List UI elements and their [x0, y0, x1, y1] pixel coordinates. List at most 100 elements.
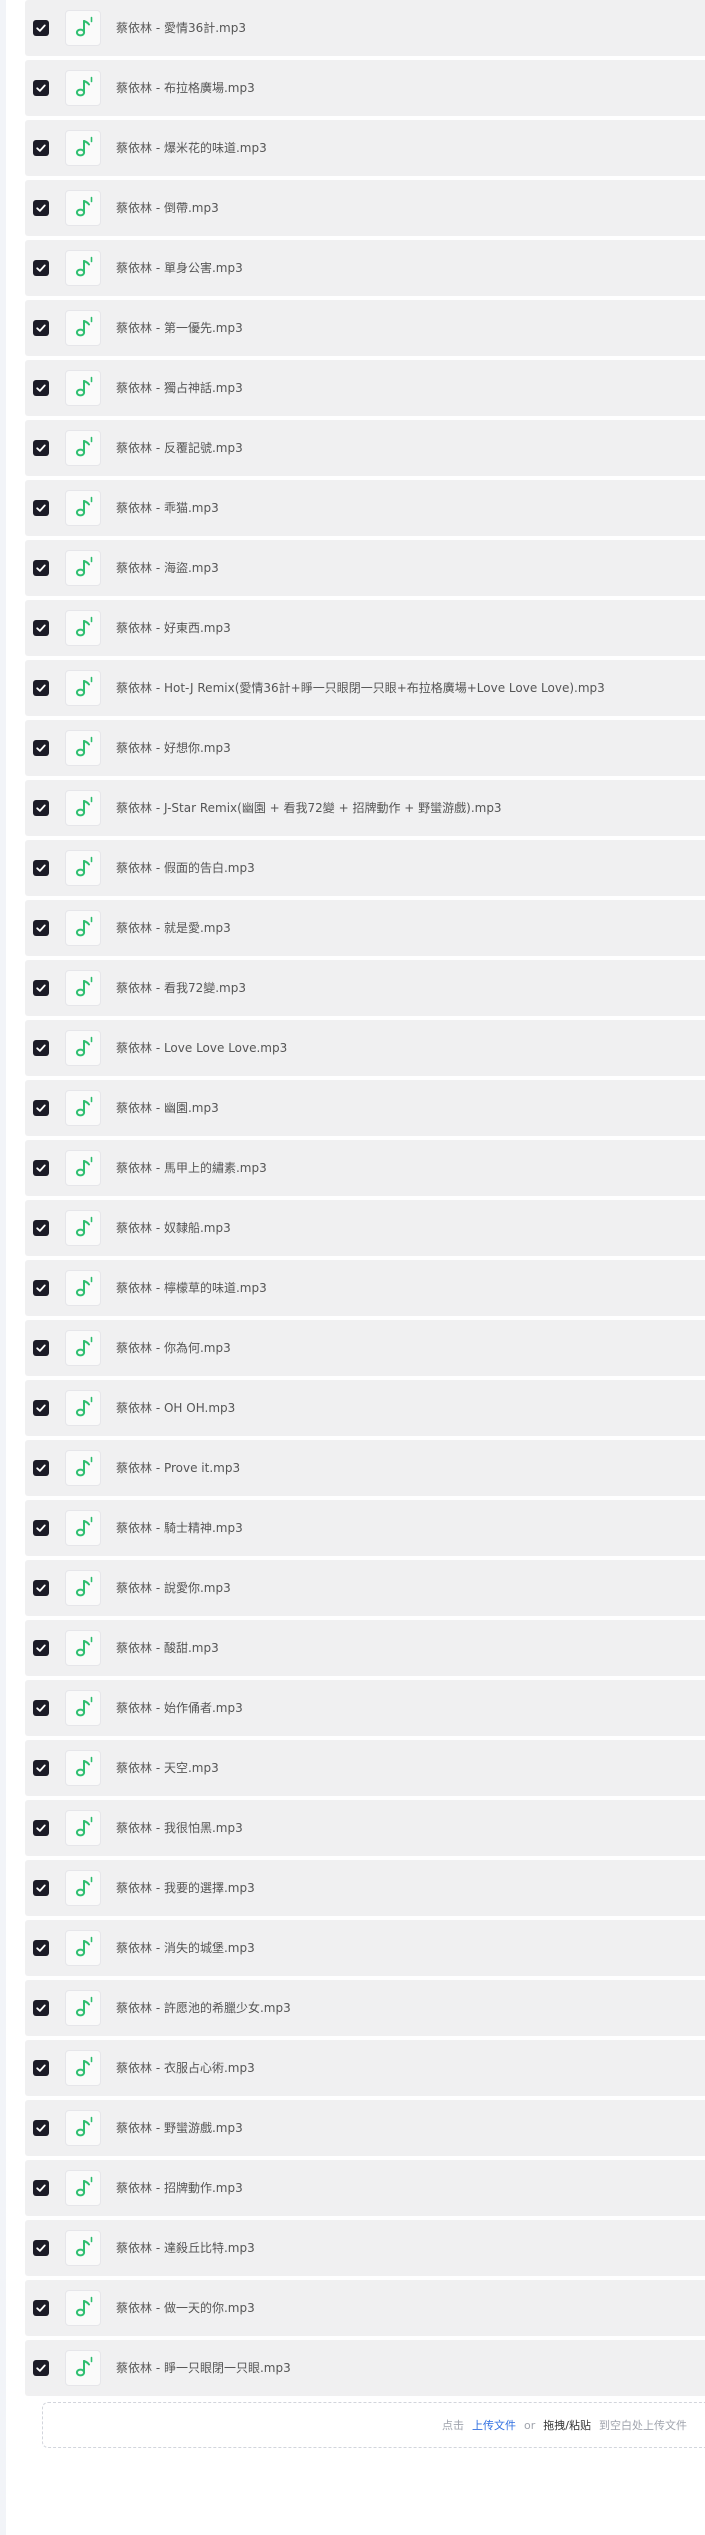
file-name: 蔡依林 - 第一優先.mp3 — [116, 321, 243, 335]
file-row[interactable]: 蔡依林 - 好東西.mp3 — [25, 600, 705, 656]
file-checkbox[interactable] — [33, 560, 49, 576]
file-row[interactable]: 蔡依林 - 衣服占心術.mp3 — [25, 2040, 705, 2096]
file-row[interactable]: 蔡依林 - 天空.mp3 — [25, 1740, 705, 1796]
file-row[interactable]: 蔡依林 - 始作俑者.mp3 — [25, 1680, 705, 1736]
file-row[interactable]: 蔡依林 - 你為何.mp3 — [25, 1320, 705, 1376]
file-checkbox[interactable] — [33, 920, 49, 936]
file-checkbox[interactable] — [33, 980, 49, 996]
file-name: 蔡依林 - 招牌動作.mp3 — [116, 2181, 243, 2195]
file-checkbox[interactable] — [33, 1700, 49, 1716]
file-row[interactable]: 蔡依林 - 幽園.mp3 — [25, 1080, 705, 1136]
file-row[interactable]: 蔡依林 - 做一天的你.mp3 — [25, 2280, 705, 2336]
file-row[interactable]: 蔡依林 - 就是愛.mp3 — [25, 900, 705, 956]
file-checkbox[interactable] — [33, 1340, 49, 1356]
file-checkbox[interactable] — [33, 1160, 49, 1176]
file-checkbox[interactable] — [33, 80, 49, 96]
file-checkbox[interactable] — [33, 1460, 49, 1476]
file-name: 蔡依林 - 爆米花的味道.mp3 — [116, 141, 267, 155]
file-row[interactable]: 蔡依林 - 乖猫.mp3 — [25, 480, 705, 536]
file-checkbox[interactable] — [33, 1280, 49, 1296]
file-row[interactable]: 蔡依林 - 倒帶.mp3 — [25, 180, 705, 236]
file-checkbox[interactable] — [33, 500, 49, 516]
file-checkbox[interactable] — [33, 1640, 49, 1656]
file-checkbox[interactable] — [33, 2180, 49, 2196]
file-checkbox[interactable] — [33, 1940, 49, 1956]
music-note-icon — [75, 256, 93, 277]
file-row[interactable]: 蔡依林 - 反覆記號.mp3 — [25, 420, 705, 476]
file-row[interactable]: 蔡依林 - 第一優先.mp3 — [25, 300, 705, 356]
file-row[interactable]: 蔡依林 - 假面的告白.mp3 — [25, 840, 705, 896]
file-checkbox[interactable] — [33, 1520, 49, 1536]
file-row[interactable]: 蔡依林 - 野蠻游戲.mp3 — [25, 2100, 705, 2156]
file-checkbox[interactable] — [33, 1400, 49, 1416]
file-name: 蔡依林 - J-Star Remix(幽園 + 看我72變 + 招牌動作 + 野… — [116, 801, 502, 815]
drag-paste-link[interactable]: 拖拽/粘贴 — [543, 2417, 591, 2433]
file-row[interactable]: 蔡依林 - 單身公害.mp3 — [25, 240, 705, 296]
file-row[interactable]: 蔡依林 - 騎士精神.mp3 — [25, 1500, 705, 1556]
file-checkbox[interactable] — [33, 2300, 49, 2316]
file-name: 蔡依林 - 許愿池的希臘少女.mp3 — [116, 2001, 291, 2015]
file-row[interactable]: 蔡依林 - 布拉格廣場.mp3 — [25, 60, 705, 116]
file-checkbox[interactable] — [33, 20, 49, 36]
file-name: 蔡依林 - 野蠻游戲.mp3 — [116, 2121, 243, 2135]
file-row[interactable]: 蔡依林 - J-Star Remix(幽園 + 看我72變 + 招牌動作 + 野… — [25, 780, 705, 836]
file-row[interactable]: 蔡依林 - 檸檬草的味道.mp3 — [25, 1260, 705, 1316]
music-note-icon — [75, 16, 93, 37]
file-name: 蔡依林 - 消失的城堡.mp3 — [116, 1941, 255, 1955]
checkmark-icon — [36, 624, 46, 632]
file-row[interactable]: 蔡依林 - 好想你.mp3 — [25, 720, 705, 776]
file-checkbox[interactable] — [33, 2120, 49, 2136]
file-checkbox[interactable] — [33, 620, 49, 636]
checkmark-icon — [36, 1344, 46, 1352]
file-row[interactable]: 蔡依林 - OH OH.mp3 — [25, 1380, 705, 1436]
file-row[interactable]: 蔡依林 - 爆米花的味道.mp3 — [25, 120, 705, 176]
file-checkbox[interactable] — [33, 200, 49, 216]
file-checkbox[interactable] — [33, 1040, 49, 1056]
file-name: 蔡依林 - 馬甲上的繡素.mp3 — [116, 1161, 267, 1175]
file-row[interactable]: 蔡依林 - 我要的選擇.mp3 — [25, 1860, 705, 1916]
file-row[interactable]: 蔡依林 - 奴隸船.mp3 — [25, 1200, 705, 1256]
file-row[interactable]: 蔡依林 - 消失的城堡.mp3 — [25, 1920, 705, 1976]
file-checkbox[interactable] — [33, 680, 49, 696]
file-checkbox[interactable] — [33, 440, 49, 456]
file-row[interactable]: 蔡依林 - 說愛你.mp3 — [25, 1560, 705, 1616]
file-row[interactable]: 蔡依林 - Love Love Love.mp3 — [25, 1020, 705, 1076]
file-checkbox[interactable] — [33, 320, 49, 336]
upload-drop-zone[interactable]: 点击 上传文件 or 拖拽/粘贴 到空白处上传文件 — [42, 2402, 705, 2448]
file-thumbnail — [65, 790, 101, 826]
file-checkbox[interactable] — [33, 1100, 49, 1116]
music-note-icon — [75, 376, 93, 397]
file-checkbox[interactable] — [33, 860, 49, 876]
music-note-icon — [75, 196, 93, 217]
music-note-icon — [75, 916, 93, 937]
upload-file-link[interactable]: 上传文件 — [472, 2417, 516, 2433]
file-checkbox[interactable] — [33, 2360, 49, 2376]
file-row[interactable]: 蔡依林 - 看我72變.mp3 — [25, 960, 705, 1016]
file-row[interactable]: 蔡依林 - Hot-J Remix(愛情36計+睜一只眼閉一只眼+布拉格廣場+L… — [25, 660, 705, 716]
file-row[interactable]: 蔡依林 - 招牌動作.mp3 — [25, 2160, 705, 2216]
file-checkbox[interactable] — [33, 1580, 49, 1596]
file-row[interactable]: 蔡依林 - 海盜.mp3 — [25, 540, 705, 596]
file-row[interactable]: 蔡依林 - 馬甲上的繡素.mp3 — [25, 1140, 705, 1196]
file-checkbox[interactable] — [33, 1820, 49, 1836]
file-checkbox[interactable] — [33, 2060, 49, 2076]
file-checkbox[interactable] — [33, 2240, 49, 2256]
file-checkbox[interactable] — [33, 1220, 49, 1236]
file-checkbox[interactable] — [33, 740, 49, 756]
file-row[interactable]: 蔡依林 - 許愿池的希臘少女.mp3 — [25, 1980, 705, 2036]
file-row[interactable]: 蔡依林 - 獨占神話.mp3 — [25, 360, 705, 416]
file-checkbox[interactable] — [33, 1880, 49, 1896]
file-row[interactable]: 蔡依林 - 愛情36計.mp3 — [25, 0, 705, 56]
file-checkbox[interactable] — [33, 800, 49, 816]
file-row[interactable]: 蔡依林 - 酸甜.mp3 — [25, 1620, 705, 1676]
file-checkbox[interactable] — [33, 140, 49, 156]
file-row[interactable]: 蔡依林 - 達殺丘比特.mp3 — [25, 2220, 705, 2276]
file-row[interactable]: 蔡依林 - 睜一只眼閉一只眼.mp3 — [25, 2340, 705, 2396]
file-row[interactable]: 蔡依林 - 我很怕黑.mp3 — [25, 1800, 705, 1856]
file-row[interactable]: 蔡依林 - Prove it.mp3 — [25, 1440, 705, 1496]
file-checkbox[interactable] — [33, 380, 49, 396]
file-checkbox[interactable] — [33, 1760, 49, 1776]
file-checkbox[interactable] — [33, 260, 49, 276]
file-checkbox[interactable] — [33, 2000, 49, 2016]
music-note-icon — [75, 2356, 93, 2377]
